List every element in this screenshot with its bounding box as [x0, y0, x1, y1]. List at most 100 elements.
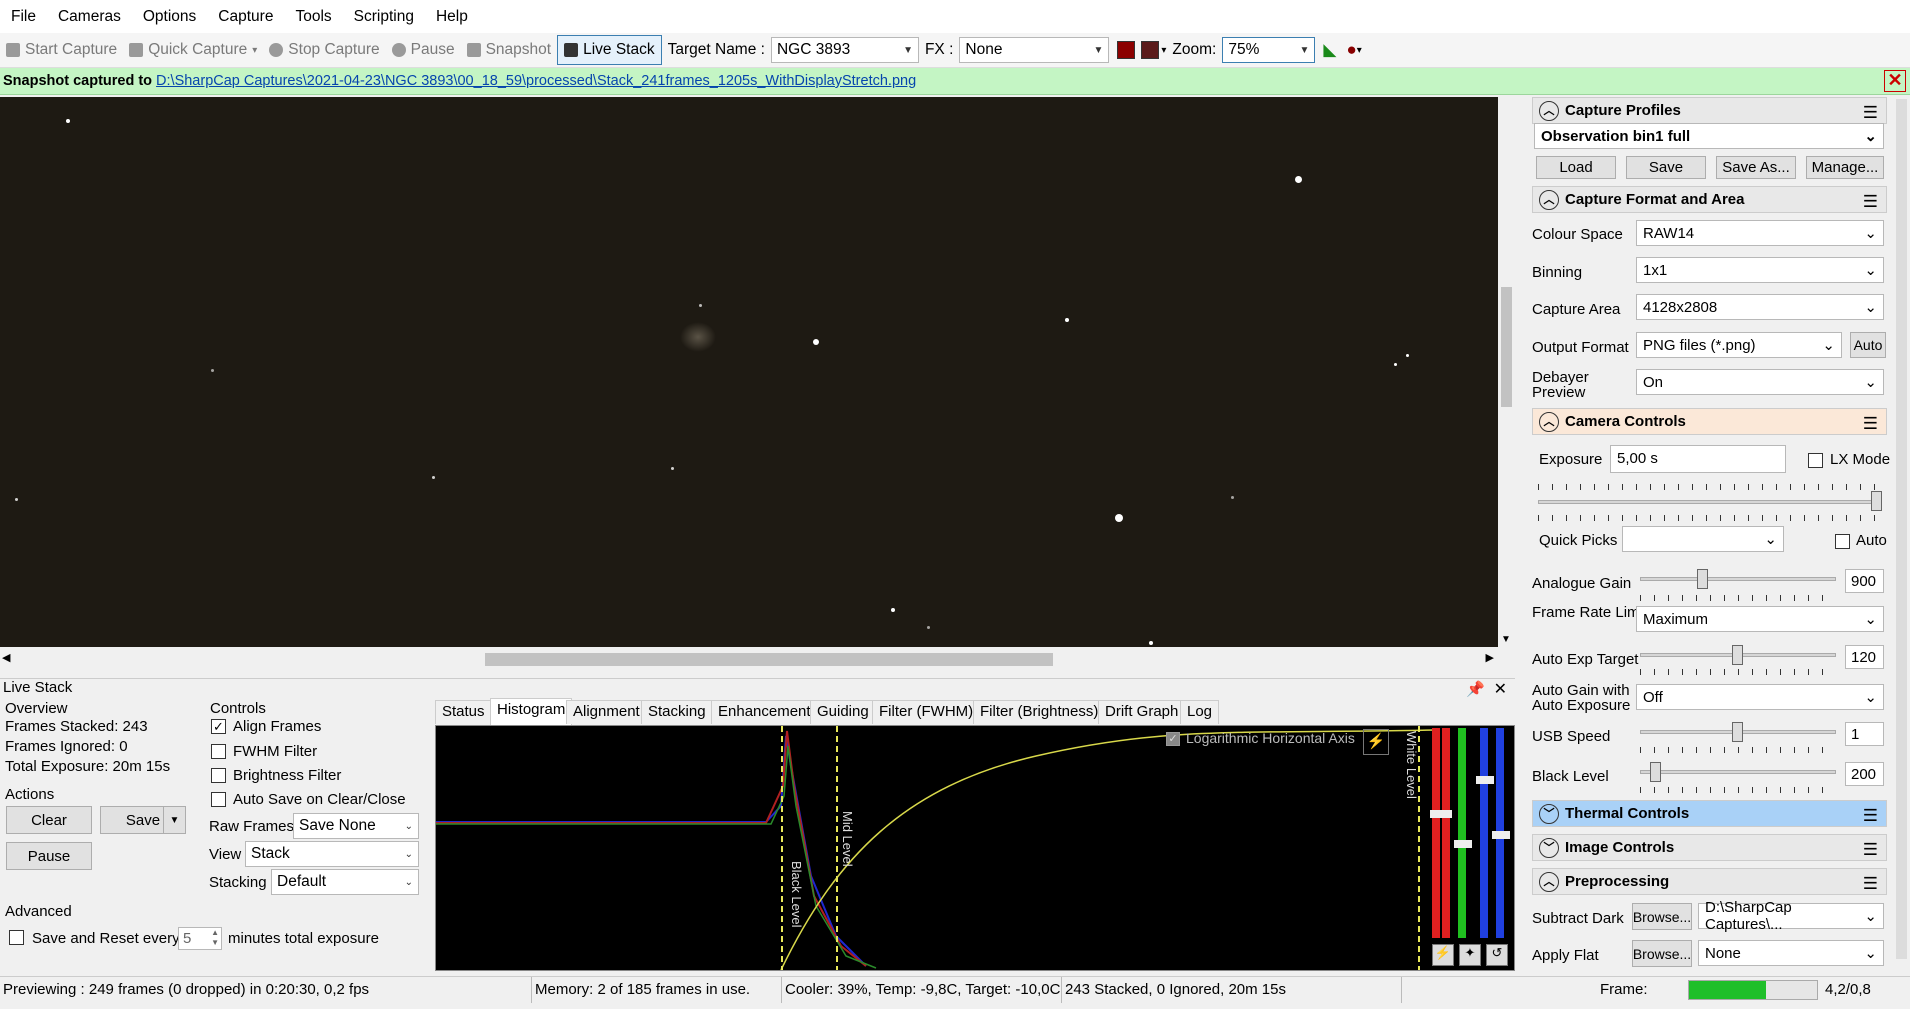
red-slider[interactable]	[1432, 728, 1440, 938]
browse-flat-button[interactable]: Browse...	[1632, 940, 1692, 967]
menu-icon[interactable]: ☰	[1863, 103, 1878, 123]
menu-scripting[interactable]: Scripting	[343, 0, 425, 33]
black-level-slider[interactable]	[1640, 770, 1836, 774]
preprocessing-header[interactable]: ︿ Preprocessing ☰	[1532, 868, 1887, 895]
tab-log[interactable]: Log	[1180, 700, 1220, 724]
image-controls-header[interactable]: ﹀ Image Controls ☰	[1532, 834, 1887, 861]
black-level-thumb[interactable]	[1649, 762, 1661, 782]
pin-icon[interactable]: 📌	[1466, 680, 1485, 698]
analogue-gain-value[interactable]: 900	[1845, 569, 1884, 593]
camera-controls-header[interactable]: ︿ Camera Controls ☰	[1532, 408, 1887, 435]
auto-exp-target-value[interactable]: 120	[1845, 645, 1884, 669]
thermal-controls-header[interactable]: ﹀ Thermal Controls ☰	[1532, 800, 1887, 827]
clear-button[interactable]: Clear	[6, 806, 92, 834]
menu-file[interactable]: File	[0, 0, 47, 33]
exposure-slider-thumb[interactable]	[1871, 491, 1882, 511]
debayer-preview-combo[interactable]: On ⌄	[1636, 369, 1884, 395]
stop-capture-button[interactable]: Stop Capture	[263, 35, 385, 65]
chevron-up-icon[interactable]: ︿	[1539, 872, 1559, 892]
scroll-thumb[interactable]	[1501, 287, 1512, 407]
load-profile-button[interactable]: Load	[1536, 156, 1616, 179]
chevron-left-icon[interactable]: ◀	[2, 651, 10, 664]
pause-button[interactable]: Pause	[386, 35, 461, 65]
menu-icon[interactable]: ☰	[1863, 192, 1878, 212]
capture-format-header[interactable]: ︿ Capture Format and Area ☰	[1532, 186, 1887, 213]
view-combo[interactable]: Stack ⌄	[245, 841, 419, 867]
menu-capture[interactable]: Capture	[207, 0, 284, 33]
start-capture-button[interactable]: Start Capture	[0, 35, 123, 65]
menu-cameras[interactable]: Cameras	[47, 0, 132, 33]
output-format-combo[interactable]: PNG files (*.png) ⌄	[1636, 332, 1842, 358]
raw-frames-combo[interactable]: Save None ⌄	[293, 813, 419, 839]
tab-alignment[interactable]: Alignment	[566, 700, 647, 724]
black-level-value[interactable]: 200	[1845, 762, 1884, 786]
subtract-dark-combo[interactable]: D:\SharpCap Captures\... ⌄	[1698, 899, 1884, 933]
tab-drift-graph[interactable]: Drift Graph	[1098, 700, 1186, 724]
viewer-vertical-scrollbar[interactable]: ▼	[1498, 97, 1515, 647]
snapshot-button[interactable]: Snapshot	[461, 35, 558, 65]
align-frames-checkbox[interactable]: ✓	[211, 719, 226, 734]
capture-profiles-header[interactable]: ︿ Capture Profiles ☰	[1532, 97, 1887, 124]
menu-icon[interactable]: ☰	[1863, 414, 1878, 434]
pause-stack-button[interactable]: Pause	[6, 842, 92, 870]
auto-gain-combo[interactable]: Off ⌄	[1636, 684, 1884, 710]
reticle-icon[interactable]	[1117, 41, 1136, 59]
scroll-thumb[interactable]	[1896, 99, 1907, 959]
auto-exp-target-thumb[interactable]	[1732, 645, 1743, 665]
tab-filter-fwhm[interactable]: Filter (FWHM)	[872, 700, 981, 724]
target-name-combo[interactable]: NGC 3893 ▼	[770, 37, 919, 63]
exposure-input[interactable]: 5,00 s	[1610, 445, 1786, 473]
live-stack-button[interactable]: Live Stack	[557, 35, 662, 65]
tab-guiding[interactable]: Guiding	[810, 700, 876, 724]
stacking-combo[interactable]: Default ⌄	[271, 869, 419, 895]
histogram-icon[interactable]: ◣	[1323, 40, 1336, 60]
chevron-up-icon[interactable]: ︿	[1539, 412, 1559, 432]
brightness-filter-checkbox[interactable]	[211, 768, 226, 783]
zoom-combo[interactable]: 75% ▼	[1222, 37, 1316, 63]
binning-combo[interactable]: 1x1 ⌄	[1636, 257, 1884, 283]
tab-status[interactable]: Status	[435, 700, 492, 724]
scroll-thumb[interactable]	[485, 653, 1053, 666]
menu-icon[interactable]: ☰	[1863, 806, 1878, 826]
colour-space-combo[interactable]: RAW14 ⌄	[1636, 220, 1884, 246]
zoom-icon[interactable]: ●	[1346, 40, 1356, 60]
auto-exposure-checkbox[interactable]	[1835, 534, 1850, 549]
fx-combo[interactable]: None ▼	[959, 37, 1110, 63]
save-profile-button[interactable]: Save	[1626, 156, 1706, 179]
tab-stacking[interactable]: Stacking	[641, 700, 713, 724]
red-slider[interactable]	[1442, 728, 1450, 938]
capture-area-combo[interactable]: 4128x2808 ⌄	[1636, 294, 1884, 320]
auto-stretch-icon[interactable]: ⚡	[1363, 729, 1389, 755]
menu-icon[interactable]: ☰	[1863, 840, 1878, 860]
tab-histogram[interactable]: Histogram	[490, 698, 573, 725]
quick-picks-combo[interactable]: ⌄	[1622, 526, 1784, 552]
usb-speed-value[interactable]: 1	[1845, 722, 1884, 746]
snapshot-path-link[interactable]: D:\SharpCap Captures\2021-04-23\NGC 3893…	[156, 73, 916, 89]
green-slider[interactable]	[1458, 728, 1466, 938]
chevron-down-icon[interactable]: ▾	[1357, 45, 1362, 56]
exposure-slider[interactable]	[1538, 500, 1878, 504]
manage-profiles-button[interactable]: Manage...	[1806, 156, 1884, 179]
tab-filter-brightness[interactable]: Filter (Brightness)	[973, 700, 1106, 724]
lx-mode-checkbox[interactable]	[1808, 453, 1823, 468]
overlay-icon[interactable]	[1141, 41, 1160, 59]
stretch-icon[interactable]: ✦	[1459, 944, 1481, 966]
panel-scrollbar[interactable]	[1893, 97, 1910, 975]
save-reset-checkbox[interactable]	[9, 930, 24, 945]
slider-thumb[interactable]	[1454, 840, 1472, 848]
auto-format-button[interactable]: Auto	[1850, 332, 1886, 358]
usb-speed-thumb[interactable]	[1732, 722, 1743, 742]
browse-dark-button[interactable]: Browse...	[1632, 903, 1692, 930]
menu-tools[interactable]: Tools	[284, 0, 342, 33]
chevron-down-icon[interactable]: ▼	[163, 806, 186, 834]
blue-slider[interactable]	[1480, 728, 1488, 938]
log-axis-checkbox[interactable]: ✓	[1166, 732, 1180, 746]
menu-help[interactable]: Help	[425, 0, 479, 33]
chevron-down-icon[interactable]: ﹀	[1539, 838, 1559, 858]
reset-icon[interactable]: ↺	[1486, 944, 1508, 966]
menu-options[interactable]: Options	[132, 0, 207, 33]
tab-enhancement[interactable]: Enhancement	[711, 700, 818, 724]
auto-stretch-icon[interactable]: ⚡	[1432, 944, 1454, 966]
slider-thumb[interactable]	[1476, 776, 1494, 784]
chevron-down-icon[interactable]: ﹀	[1539, 804, 1559, 824]
